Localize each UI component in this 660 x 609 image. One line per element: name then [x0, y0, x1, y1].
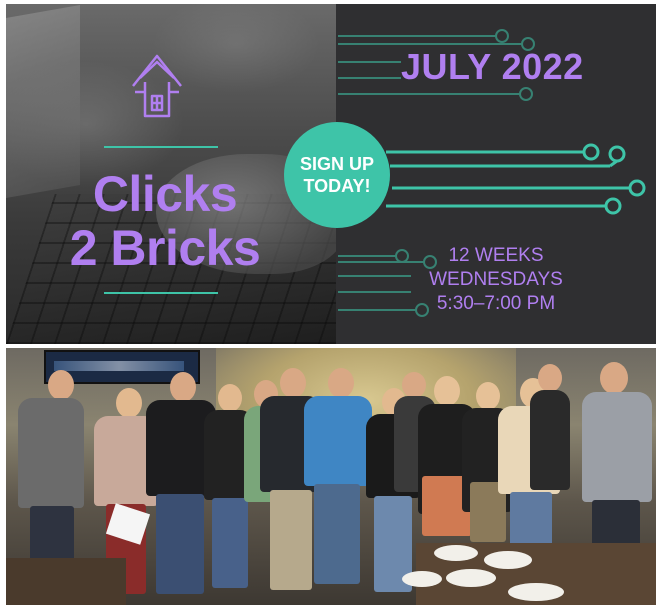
snack-table-right — [402, 543, 656, 605]
flyer-image: Clicks 2 Bricks JULY 2022 SIGN UP TODAY!… — [6, 4, 656, 605]
title-line-2: 2 Bricks — [69, 220, 261, 276]
snack-table-left — [6, 558, 126, 605]
schedule-details: 12 WEEKS WEDNESDAYS 5:30–7:00 PM — [411, 244, 581, 316]
time-text: 5:30–7:00 PM — [436, 293, 556, 314]
title-top-rule — [104, 146, 218, 148]
event-month: JULY 2022 — [401, 46, 584, 87]
event-banner: Clicks 2 Bricks JULY 2022 SIGN UP TODAY!… — [6, 4, 656, 344]
sign-up-label-line-1: SIGN UP — [299, 154, 374, 174]
title-bottom-rule — [104, 292, 218, 294]
sign-up-button[interactable]: SIGN UP TODAY! — [284, 122, 390, 228]
house-icon — [132, 54, 182, 118]
sign-up-label-line-2: TODAY! — [303, 176, 371, 196]
title-line-1: Clicks — [92, 166, 238, 222]
duration-text: 12 WEEKS — [448, 245, 544, 266]
day-text: WEDNESDAYS — [429, 269, 563, 290]
group-photo — [6, 348, 656, 605]
